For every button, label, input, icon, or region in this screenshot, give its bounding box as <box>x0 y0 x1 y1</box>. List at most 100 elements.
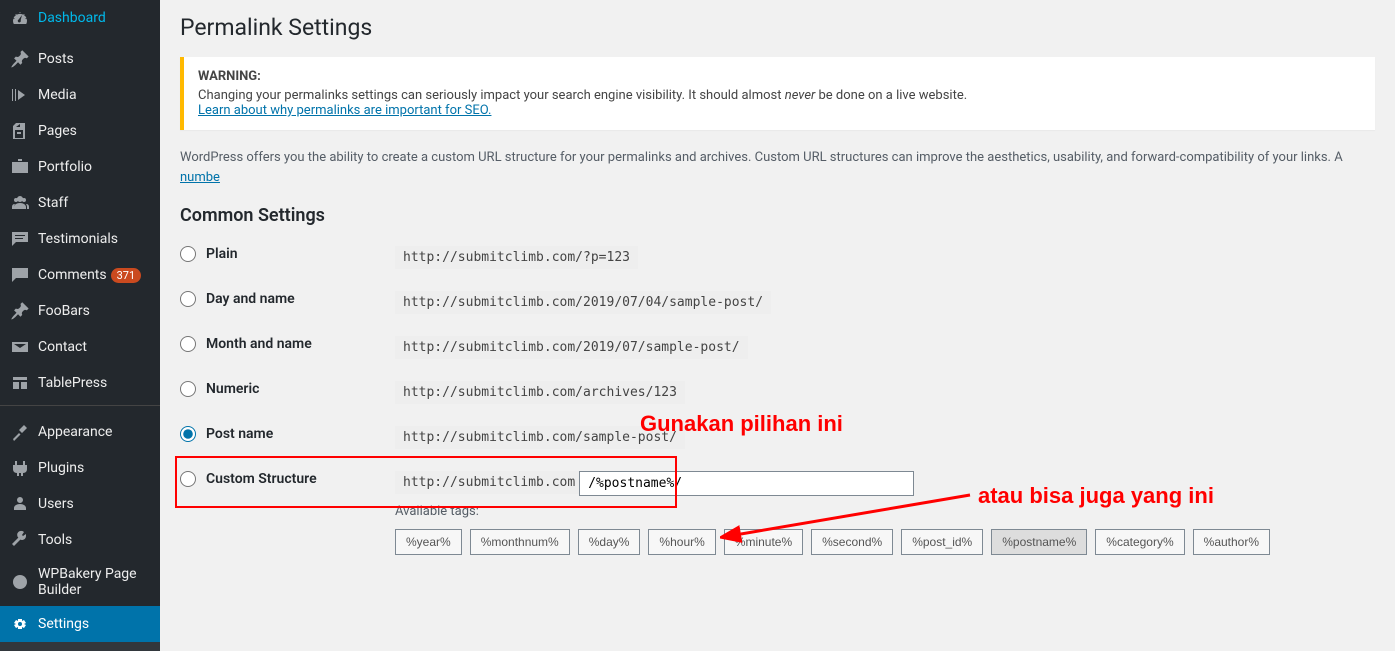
sidebar-label: Contact <box>38 339 87 355</box>
staff-icon <box>10 193 30 213</box>
tag-author[interactable]: %author% <box>1193 529 1270 555</box>
settings-icon <box>10 614 30 634</box>
sidebar-item-staff[interactable]: Staff <box>0 185 160 221</box>
media-icon <box>10 85 30 105</box>
wpbakery-icon <box>10 572 30 592</box>
sidebar-item-foobars[interactable]: FooBars <box>0 293 160 329</box>
pin-icon <box>10 301 30 321</box>
radio-day[interactable] <box>180 291 196 307</box>
dashboard-icon <box>10 8 30 28</box>
radio-label-plain[interactable]: Plain <box>180 246 395 262</box>
users-icon <box>10 494 30 514</box>
sidebar-item-plugins[interactable]: Plugins <box>0 450 160 486</box>
url-numeric: http://submitclimb.com/archives/123 <box>395 381 685 404</box>
url-day: http://submitclimb.com/2019/07/04/sample… <box>395 291 771 314</box>
sidebar-item-dashboard[interactable]: Dashboard <box>0 0 160 36</box>
appearance-icon <box>10 422 30 442</box>
tag-postname[interactable]: %postname% <box>991 529 1087 555</box>
warning-notice: WARNING: Changing your permalinks settin… <box>180 57 1375 130</box>
available-tags-label: Available tags: <box>395 504 1375 519</box>
option-postname: Post name http://submitclimb.com/sample-… <box>180 426 1375 449</box>
contact-icon <box>10 337 30 357</box>
url-postname: http://submitclimb.com/sample-post/ <box>395 426 685 449</box>
sidebar-item-pages[interactable]: Pages <box>0 113 160 149</box>
tag-monthnum[interactable]: %monthnum% <box>470 529 570 555</box>
sidebar-label: Plugins <box>38 460 84 476</box>
sidebar-label: Media <box>38 87 77 103</box>
warning-text: Changing your permalinks settings can se… <box>198 88 967 103</box>
sidebar-label: WPBakery Page Builder <box>38 566 152 598</box>
option-plain: Plain http://submitclimb.com/?p=123 <box>180 246 1375 269</box>
sidebar-item-tools[interactable]: Tools <box>0 522 160 558</box>
url-plain: http://submitclimb.com/?p=123 <box>395 246 638 269</box>
custom-structure-input[interactable] <box>579 471 914 496</box>
sidebar-label: Posts <box>38 51 74 67</box>
custom-base: http://submitclimb.com <box>395 471 583 494</box>
tag-minute[interactable]: %minute% <box>724 529 803 555</box>
sidebar-item-wpbakery[interactable]: WPBakery Page Builder <box>0 558 160 606</box>
sidebar-label: Staff <box>38 195 68 211</box>
radio-label-day[interactable]: Day and name <box>180 291 395 307</box>
tag-day[interactable]: %day% <box>578 529 641 555</box>
main-content: Permalink Settings WARNING: Changing you… <box>160 0 1395 651</box>
comments-badge: 371 <box>111 268 142 283</box>
intro-text: WordPress offers you the ability to crea… <box>180 148 1375 187</box>
sidebar-label: Portfolio <box>38 159 92 175</box>
option-month-name: Month and name http://submitclimb.com/20… <box>180 336 1375 359</box>
sidebar-label: TablePress <box>38 375 107 391</box>
sidebar-item-media[interactable]: Media <box>0 77 160 113</box>
plugins-icon <box>10 458 30 478</box>
radio-plain[interactable] <box>180 246 196 262</box>
sidebar-item-tablepress[interactable]: TablePress <box>0 365 160 401</box>
option-numeric: Numeric http://submitclimb.com/archives/… <box>180 381 1375 404</box>
tags-row: %year% %monthnum% %day% %hour% %minute% … <box>395 529 1375 555</box>
radio-month[interactable] <box>180 336 196 352</box>
admin-sidebar: Dashboard Posts Media Pages Portfolio St… <box>0 0 160 651</box>
sidebar-label: Comments <box>38 267 107 283</box>
radio-label-custom[interactable]: Custom Structure <box>180 471 395 487</box>
sidebar-label: Users <box>38 496 74 512</box>
sidebar-label: Settings <box>38 616 89 632</box>
radio-label-numeric[interactable]: Numeric <box>180 381 395 397</box>
radio-custom[interactable] <box>180 471 196 487</box>
tools-icon <box>10 530 30 550</box>
tag-category[interactable]: %category% <box>1095 529 1184 555</box>
sidebar-item-portfolio[interactable]: Portfolio <box>0 149 160 185</box>
radio-postname[interactable] <box>180 426 196 442</box>
sidebar-item-testimonials[interactable]: Testimonials <box>0 221 160 257</box>
radio-label-month[interactable]: Month and name <box>180 336 395 352</box>
sidebar-label: Pages <box>38 123 77 139</box>
sidebar-label: Dashboard <box>38 10 106 26</box>
url-month: http://submitclimb.com/2019/07/sample-po… <box>395 336 748 359</box>
radio-label-postname[interactable]: Post name <box>180 426 395 442</box>
sidebar-label: FooBars <box>38 303 90 319</box>
testimonials-icon <box>10 229 30 249</box>
intro-link[interactable]: numbe <box>180 170 220 185</box>
sidebar-sub-general[interactable]: General <box>0 642 160 651</box>
comments-icon <box>10 265 30 285</box>
warning-link[interactable]: Learn about why permalinks are important… <box>198 103 491 118</box>
sidebar-item-contact[interactable]: Contact <box>0 329 160 365</box>
pin-icon <box>10 49 30 69</box>
sidebar-item-posts[interactable]: Posts <box>0 41 160 77</box>
page-title: Permalink Settings <box>180 14 1375 41</box>
tag-postid[interactable]: %post_id% <box>901 529 983 555</box>
sidebar-item-appearance[interactable]: Appearance <box>0 414 160 450</box>
radio-numeric[interactable] <box>180 381 196 397</box>
option-custom: Custom Structure http://submitclimb.com … <box>180 471 1375 555</box>
tag-second[interactable]: %second% <box>811 529 893 555</box>
tag-year[interactable]: %year% <box>395 529 462 555</box>
sidebar-label: Appearance <box>38 424 112 440</box>
section-heading: Common Settings <box>180 205 1375 226</box>
sidebar-label: Testimonials <box>38 231 118 247</box>
pages-icon <box>10 121 30 141</box>
sidebar-item-users[interactable]: Users <box>0 486 160 522</box>
tag-hour[interactable]: %hour% <box>648 529 715 555</box>
tablepress-icon <box>10 373 30 393</box>
sidebar-label: Tools <box>38 532 72 548</box>
sidebar-item-comments[interactable]: Comments 371 <box>0 257 160 293</box>
sidebar-item-settings[interactable]: Settings <box>0 606 160 642</box>
option-day-name: Day and name http://submitclimb.com/2019… <box>180 291 1375 314</box>
warning-label: WARNING: <box>198 69 1361 84</box>
portfolio-icon <box>10 157 30 177</box>
